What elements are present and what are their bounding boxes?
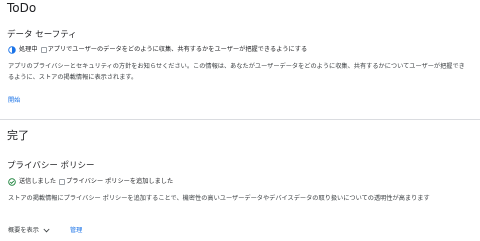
manage-link[interactable]: 管理 [70,226,82,235]
show-summary-label: 概要を表示 [8,227,39,234]
data-safety-description: アプリのプライバシーとセキュリティの方針をお知らせください。この情報は、あなたが… [8,63,465,81]
privacy-policy-status-label: 送信しました [19,178,57,185]
app-icon [40,46,47,53]
data-safety-status: 処理中 アプリでユーザーのデータをどのように収集、共有するかをユーザーが把握でき… [8,45,307,54]
data-safety-status-label: 処理中 [19,46,38,53]
chevron-down-icon [43,228,50,233]
section-divider [0,119,480,120]
app-icon [59,178,66,185]
data-safety-title: データ セーフティ [7,30,77,40]
privacy-policy-description: ストアの掲載情報にプライバシー ポリシーを追加することで、機密性の高いユーザーデ… [8,195,430,202]
privacy-policy-status-detail: プライバシー ポリシーを追加しました [66,178,174,185]
done-section-title: 完了 [7,129,29,142]
check-circle-icon [8,177,16,186]
show-summary-button[interactable]: 概要を表示 [8,226,50,235]
page-title: ToDo [7,1,37,15]
privacy-policy-status: 送信しました プライバシー ポリシーを追加しました [8,177,173,186]
data-safety-status-detail: アプリでユーザーのデータをどのように収集、共有するかをユーザーが把握できるように… [47,46,308,53]
privacy-policy-title: プライバシー ポリシー [7,161,95,171]
in-progress-icon [8,45,16,54]
start-link[interactable]: 開始 [8,96,20,105]
